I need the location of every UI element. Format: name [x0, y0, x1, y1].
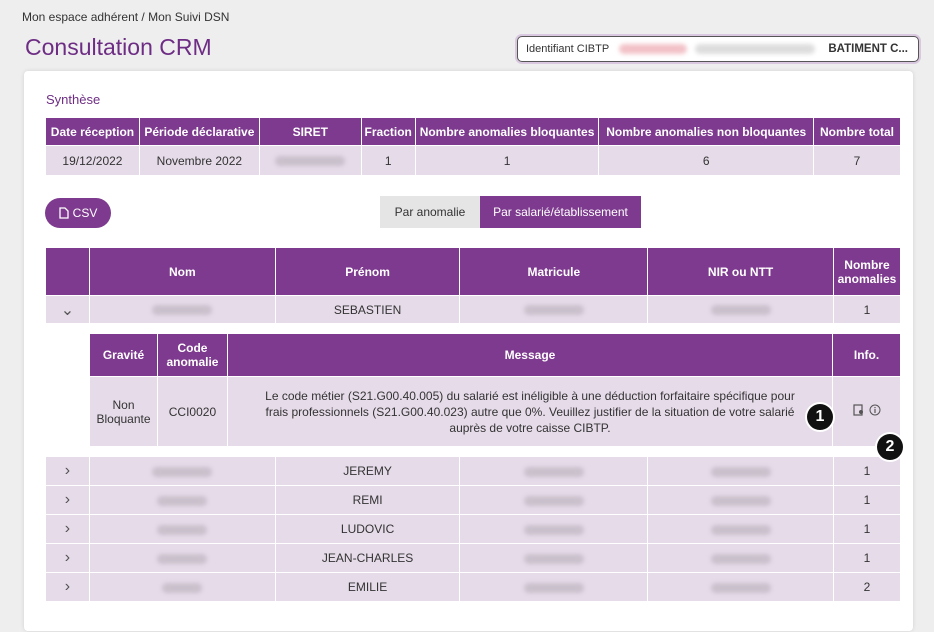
- page-title: Consultation CRM: [25, 34, 212, 60]
- count-cell: 1: [833, 485, 901, 515]
- synthese-fraction: 1: [360, 145, 416, 176]
- matricule-cell: [459, 485, 649, 515]
- count-cell: 1: [833, 456, 901, 486]
- matricule-cell: [459, 295, 649, 324]
- table-row[interactable]: › REMI 1: [45, 485, 901, 515]
- code-cell: CCI0020: [156, 376, 228, 447]
- toggle-par-anomalie[interactable]: Par anomalie: [380, 196, 480, 228]
- company-name: BATIMENT C...: [828, 43, 908, 55]
- count-cell: 1: [832, 295, 902, 324]
- identifier-box: Identifiant CIBTP BATIMENT C...: [517, 36, 919, 62]
- synthese-bloquantes: 1: [414, 145, 600, 176]
- synthese-non-bloquantes: 6: [598, 145, 815, 176]
- col-fraction: Fraction: [360, 117, 416, 146]
- synthese-total: 7: [813, 145, 901, 176]
- prenom-cell: JEREMY: [274, 456, 461, 486]
- employees-table: Nom Prénom Matricule NIR ou NTT Nombre a…: [45, 247, 902, 324]
- count-cell: 1: [833, 543, 901, 573]
- nom-cell: [88, 295, 276, 324]
- col-info: Info.: [832, 333, 901, 377]
- nom-cell: [88, 543, 276, 573]
- info-icon[interactable]: [869, 404, 881, 416]
- nom-cell: [88, 572, 276, 602]
- matricule-cell: [459, 514, 649, 544]
- prenom-cell: JEAN-CHARLES: [274, 543, 461, 573]
- toggle-par-salarie[interactable]: Par salarié/établissement: [480, 196, 641, 228]
- prenom-cell: SEBASTIEN: [274, 295, 461, 324]
- table-row[interactable]: › JEAN-CHARLES 1: [45, 543, 901, 573]
- expand-chevron-icon[interactable]: ›: [45, 485, 90, 515]
- col-nom: Nom: [88, 247, 276, 296]
- nir-cell: [647, 514, 835, 544]
- synthese-date: 19/12/2022: [45, 145, 140, 176]
- nom-cell: [88, 485, 276, 515]
- matricule-cell: [459, 572, 649, 602]
- col-message: Message: [226, 333, 834, 377]
- message-cell: Le code métier (S21.G00.40.005) du salar…: [226, 376, 834, 447]
- count-cell: 2: [833, 572, 901, 602]
- gravite-cell: Non Bloquante: [89, 376, 158, 447]
- table-row[interactable]: ⌄ SEBASTIEN 1: [45, 295, 902, 324]
- nir-cell: [647, 295, 834, 324]
- breadcrumb: Mon espace adhérent / Mon Suivi DSN: [22, 10, 230, 24]
- nir-cell: [647, 485, 835, 515]
- col-code: Code anomalie: [156, 333, 228, 377]
- prenom-cell: REMI: [274, 485, 461, 515]
- col-date: Date réception: [45, 117, 140, 146]
- csv-export-button[interactable]: CSV: [45, 198, 111, 228]
- identifier-redacted: [619, 44, 688, 54]
- col-total: Nombre total: [813, 117, 901, 146]
- col-prenom: Prénom: [274, 247, 461, 296]
- callout-badge-1: 1: [807, 404, 833, 430]
- table-row[interactable]: › EMILIE 2: [45, 572, 901, 602]
- col-expand: [45, 247, 90, 296]
- expand-chevron-icon[interactable]: ›: [45, 514, 90, 544]
- nir-cell: [647, 543, 835, 573]
- col-bloquantes: Nombre anomalies bloquantes: [414, 117, 600, 146]
- synthese-label: Synthèse: [46, 92, 101, 107]
- matricule-cell: [459, 543, 649, 573]
- table-row[interactable]: › LUDOVIC 1: [45, 514, 901, 544]
- nom-cell: [88, 456, 276, 486]
- nir-cell: [647, 456, 835, 486]
- synthese-periode: Novembre 2022: [138, 145, 260, 176]
- col-gravite: Gravité: [89, 333, 158, 377]
- employees-table-rest: › JEREMY 1 › REMI 1 › LUDOVIC 1 › JEAN-C…: [45, 456, 901, 602]
- csv-label: CSV: [72, 206, 98, 220]
- prenom-cell: LUDOVIC: [274, 514, 461, 544]
- collapse-chevron-icon[interactable]: ⌄: [45, 295, 90, 324]
- expand-chevron-icon[interactable]: ›: [45, 572, 90, 602]
- view-toggle: Par anomalie Par salarié/établissement: [380, 196, 641, 228]
- expand-chevron-icon[interactable]: ›: [45, 456, 90, 486]
- col-nombre: Nombre anomalies: [832, 247, 902, 296]
- synthese-siret: [258, 145, 362, 176]
- prenom-cell: EMILIE: [274, 572, 461, 602]
- document-search-icon[interactable]: [852, 404, 865, 416]
- col-nir: NIR ou NTT: [647, 247, 834, 296]
- expand-chevron-icon[interactable]: ›: [45, 543, 90, 573]
- detail-table: Gravité Code anomalie Message Info. Non …: [89, 333, 901, 447]
- matricule-cell: [459, 456, 649, 486]
- nir-cell: [647, 572, 835, 602]
- identifier-label: Identifiant CIBTP: [526, 43, 610, 55]
- callout-badge-2: 2: [877, 434, 903, 460]
- col-non-bloquantes: Nombre anomalies non bloquantes: [598, 117, 815, 146]
- count-cell: 1: [833, 514, 901, 544]
- table-row[interactable]: › JEREMY 1: [45, 456, 901, 486]
- col-periode: Période déclarative: [138, 117, 260, 146]
- identifier-redacted-2: [695, 44, 816, 54]
- synthese-table: Date réception Période déclarative SIRET…: [45, 117, 901, 176]
- nom-cell: [88, 514, 276, 544]
- col-matricule: Matricule: [459, 247, 649, 296]
- col-siret: SIRET: [258, 117, 362, 146]
- file-icon: [59, 207, 69, 219]
